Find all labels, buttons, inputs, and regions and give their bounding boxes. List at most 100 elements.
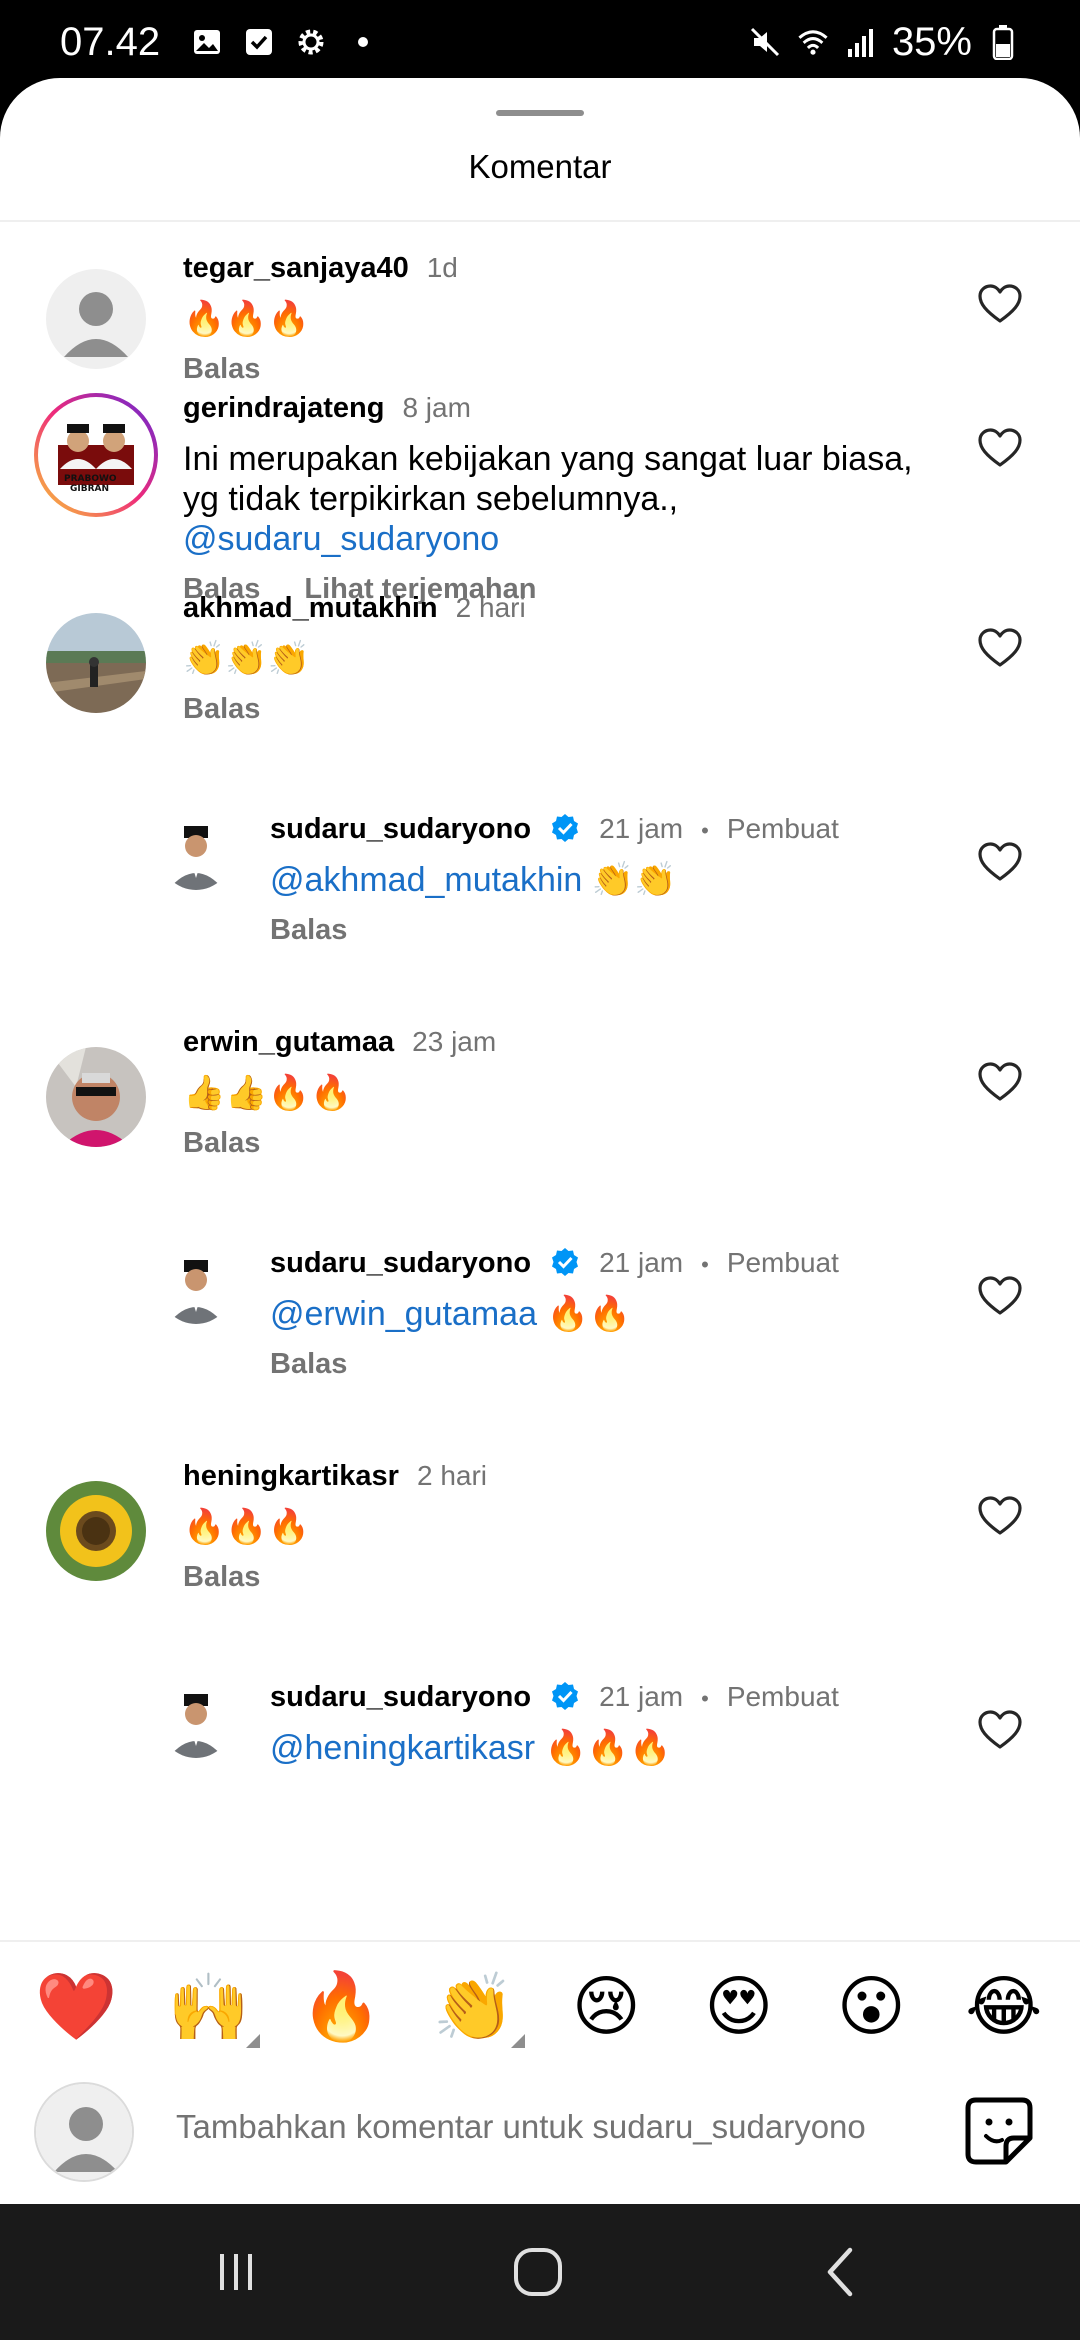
reaction-raised-hands[interactable]: 🙌 xyxy=(168,1969,250,2046)
heart-icon[interactable] xyxy=(976,1492,1024,1540)
comment-username[interactable]: gerindrajateng xyxy=(183,392,384,425)
comment-body: sudaru_sudaryono 21 jam • Pembuat @henin… xyxy=(270,1674,930,1768)
selfie-avatar[interactable] xyxy=(46,1047,146,1147)
comment-time: 23 jam xyxy=(412,1026,497,1057)
checkbox-icon xyxy=(242,25,276,59)
reaction-heart-eyes[interactable]: 😍 xyxy=(694,1962,784,2052)
skin-tone-indicator xyxy=(510,2034,525,2048)
creator-label: Pembuat xyxy=(726,1681,839,1712)
home-icon[interactable] xyxy=(508,2242,568,2302)
reply-button[interactable]: Balas xyxy=(183,1561,260,1594)
reaction-laughing[interactable]: 😂 xyxy=(959,1962,1049,2052)
comment-list[interactable]: tegar_sanjaya40 1d 🔥🔥🔥 Balas PRABOWO GIBR… xyxy=(0,222,1080,2018)
comment-body: tegar_sanjaya40 1d 🔥🔥🔥 Balas xyxy=(183,252,930,386)
man-peci-avatar[interactable] xyxy=(160,1252,232,1324)
comment-text: 👍👍🔥🔥 xyxy=(183,1073,353,1113)
landscape-avatar[interactable] xyxy=(46,613,146,713)
skin-tone-indicator xyxy=(245,2034,260,2048)
comment-username[interactable]: tegar_sanjaya40 xyxy=(183,252,409,285)
battery-icon xyxy=(986,25,1020,60)
comment-text: 🔥🔥 xyxy=(546,1294,632,1334)
comment-text: 👏👏 xyxy=(591,860,677,900)
svg-text:GIBRAN: GIBRAN xyxy=(70,484,109,494)
sticker-icon[interactable] xyxy=(962,2094,1036,2168)
comment-body: akhmad_mutakhin 2 hari 👏👏👏 Balas xyxy=(183,592,930,726)
comment-mention[interactable]: @erwin_gutamaa xyxy=(270,1295,537,1333)
heart-icon[interactable] xyxy=(976,1706,1024,1754)
sheet-grabber[interactable] xyxy=(496,110,584,116)
reaction-surprised[interactable]: 😮 xyxy=(826,1962,916,2052)
comment-username[interactable]: heningkartikasr xyxy=(183,1460,399,1493)
comments-sheet: Komentar tegar_sanjaya40 1d 🔥🔥🔥 Balas PR… xyxy=(0,78,1080,2204)
heart-icon[interactable] xyxy=(976,838,1024,886)
comment-time: 21 jam xyxy=(599,813,684,844)
reply-button[interactable]: Balas xyxy=(270,1348,347,1381)
reaction-crying[interactable]: 😢 xyxy=(561,1962,651,2052)
comment-username[interactable]: akhmad_mutakhin xyxy=(183,592,438,625)
default-avatar[interactable] xyxy=(46,269,146,369)
reply-button[interactable]: Balas xyxy=(183,1127,260,1160)
comment-body: sudaru_sudaryono 21 jam • Pembuat @erwin… xyxy=(270,1240,930,1381)
status-bar: 07.42 35% xyxy=(0,0,1080,84)
comment-composer: ❤️ 🙌 🔥 👏 😢 😍 😮 😂 Tambahkan komentar untu… xyxy=(0,1940,1080,2204)
input-row: Tambahkan komentar untuk sudaru_sudaryon… xyxy=(0,2072,1080,2206)
sunflower-avatar[interactable] xyxy=(46,1481,146,1581)
recent-apps-icon[interactable] xyxy=(206,2242,266,2302)
mute-icon xyxy=(748,25,782,59)
heart-icon[interactable] xyxy=(976,1272,1024,1320)
reply-button[interactable]: Balas xyxy=(183,353,260,386)
separator-dot: • xyxy=(701,1686,709,1711)
comment-time: 8 jam xyxy=(402,392,471,423)
back-icon[interactable] xyxy=(812,2242,872,2302)
svg-text:PRABOWO: PRABOWO xyxy=(64,474,117,484)
wifi-icon xyxy=(796,25,830,59)
creator-label: Pembuat xyxy=(726,1247,839,1278)
separator-dot: • xyxy=(701,1252,709,1277)
creator-label: Pembuat xyxy=(726,813,839,844)
comment-text: 🔥🔥🔥 xyxy=(183,299,311,339)
comment-text: Ini merupakan kebijakan yang sangat luar… xyxy=(183,440,913,518)
reaction-fire[interactable]: 🔥 xyxy=(296,1962,386,2052)
comment-input[interactable]: Tambahkan komentar untuk sudaru_sudaryon… xyxy=(176,2108,866,2146)
comment-time: 1d xyxy=(426,252,458,283)
comment-username[interactable]: sudaru_sudaryono xyxy=(270,1681,531,1714)
comment-text: 🔥🔥🔥 xyxy=(544,1728,672,1768)
status-icons-right: 35% xyxy=(748,20,1020,65)
verified-badge-icon xyxy=(552,814,579,842)
comment-text: 👏👏👏 xyxy=(183,639,311,679)
own-avatar xyxy=(34,2082,134,2182)
signal-icon xyxy=(844,25,878,59)
man-peci-avatar[interactable] xyxy=(160,818,232,890)
quick-reactions-bar: ❤️ 🙌 🔥 👏 😢 😍 😮 😂 xyxy=(0,1942,1080,2072)
comment-time: 21 jam xyxy=(599,1681,684,1712)
comment-text: 🔥🔥🔥 xyxy=(183,1507,311,1547)
prabowo-gibran-avatar[interactable]: PRABOWO GIBRAN xyxy=(34,393,158,517)
reaction-clap[interactable]: 👏 xyxy=(433,1969,515,2046)
settings-icon xyxy=(294,25,328,59)
comment-body: gerindrajateng 8 jam Ini merupakan kebij… xyxy=(183,392,930,606)
sheet-title: Komentar xyxy=(468,148,612,185)
comment-username[interactable]: sudaru_sudaryono xyxy=(270,813,531,846)
comment-body: erwin_gutamaa 23 jam 👍👍🔥🔥 Balas xyxy=(183,1026,930,1160)
dot-icon xyxy=(346,25,380,59)
reply-button[interactable]: Balas xyxy=(270,914,347,947)
heart-icon[interactable] xyxy=(976,624,1024,672)
verified-badge-icon xyxy=(552,1248,579,1276)
heart-icon[interactable] xyxy=(976,424,1024,472)
system-nav-bar xyxy=(0,2204,1080,2340)
comment-mention[interactable]: @heningkartikasr xyxy=(270,1729,535,1767)
comment-mention[interactable]: @sudaru_sudaryono xyxy=(183,519,930,559)
battery-percent: 35% xyxy=(891,19,972,64)
comment-username[interactable]: sudaru_sudaryono xyxy=(270,1247,531,1280)
reaction-raised-hands-wrap[interactable]: 🙌 xyxy=(164,1962,260,2052)
man-peci-avatar[interactable] xyxy=(160,1686,232,1758)
comment-username[interactable]: erwin_gutamaa xyxy=(183,1026,394,1059)
reaction-clap-wrap[interactable]: 👏 xyxy=(429,1962,525,2052)
comment-mention[interactable]: @akhmad_mutakhin xyxy=(270,861,582,899)
comment-body: sudaru_sudaryono 21 jam • Pembuat @akhma… xyxy=(270,806,930,947)
reaction-heart[interactable]: ❤️ xyxy=(31,1962,121,2052)
heart-icon[interactable] xyxy=(976,1058,1024,1106)
reply-button[interactable]: Balas xyxy=(183,693,260,726)
heart-icon[interactable] xyxy=(976,280,1024,328)
comment-time: 2 hari xyxy=(416,1460,488,1491)
